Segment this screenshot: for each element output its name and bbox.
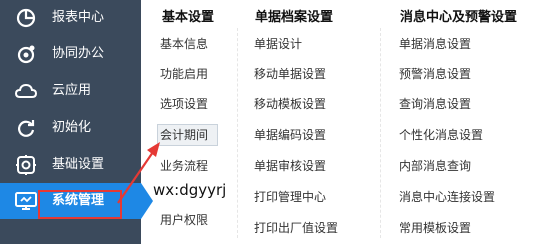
annotation-arrow (117, 142, 160, 204)
